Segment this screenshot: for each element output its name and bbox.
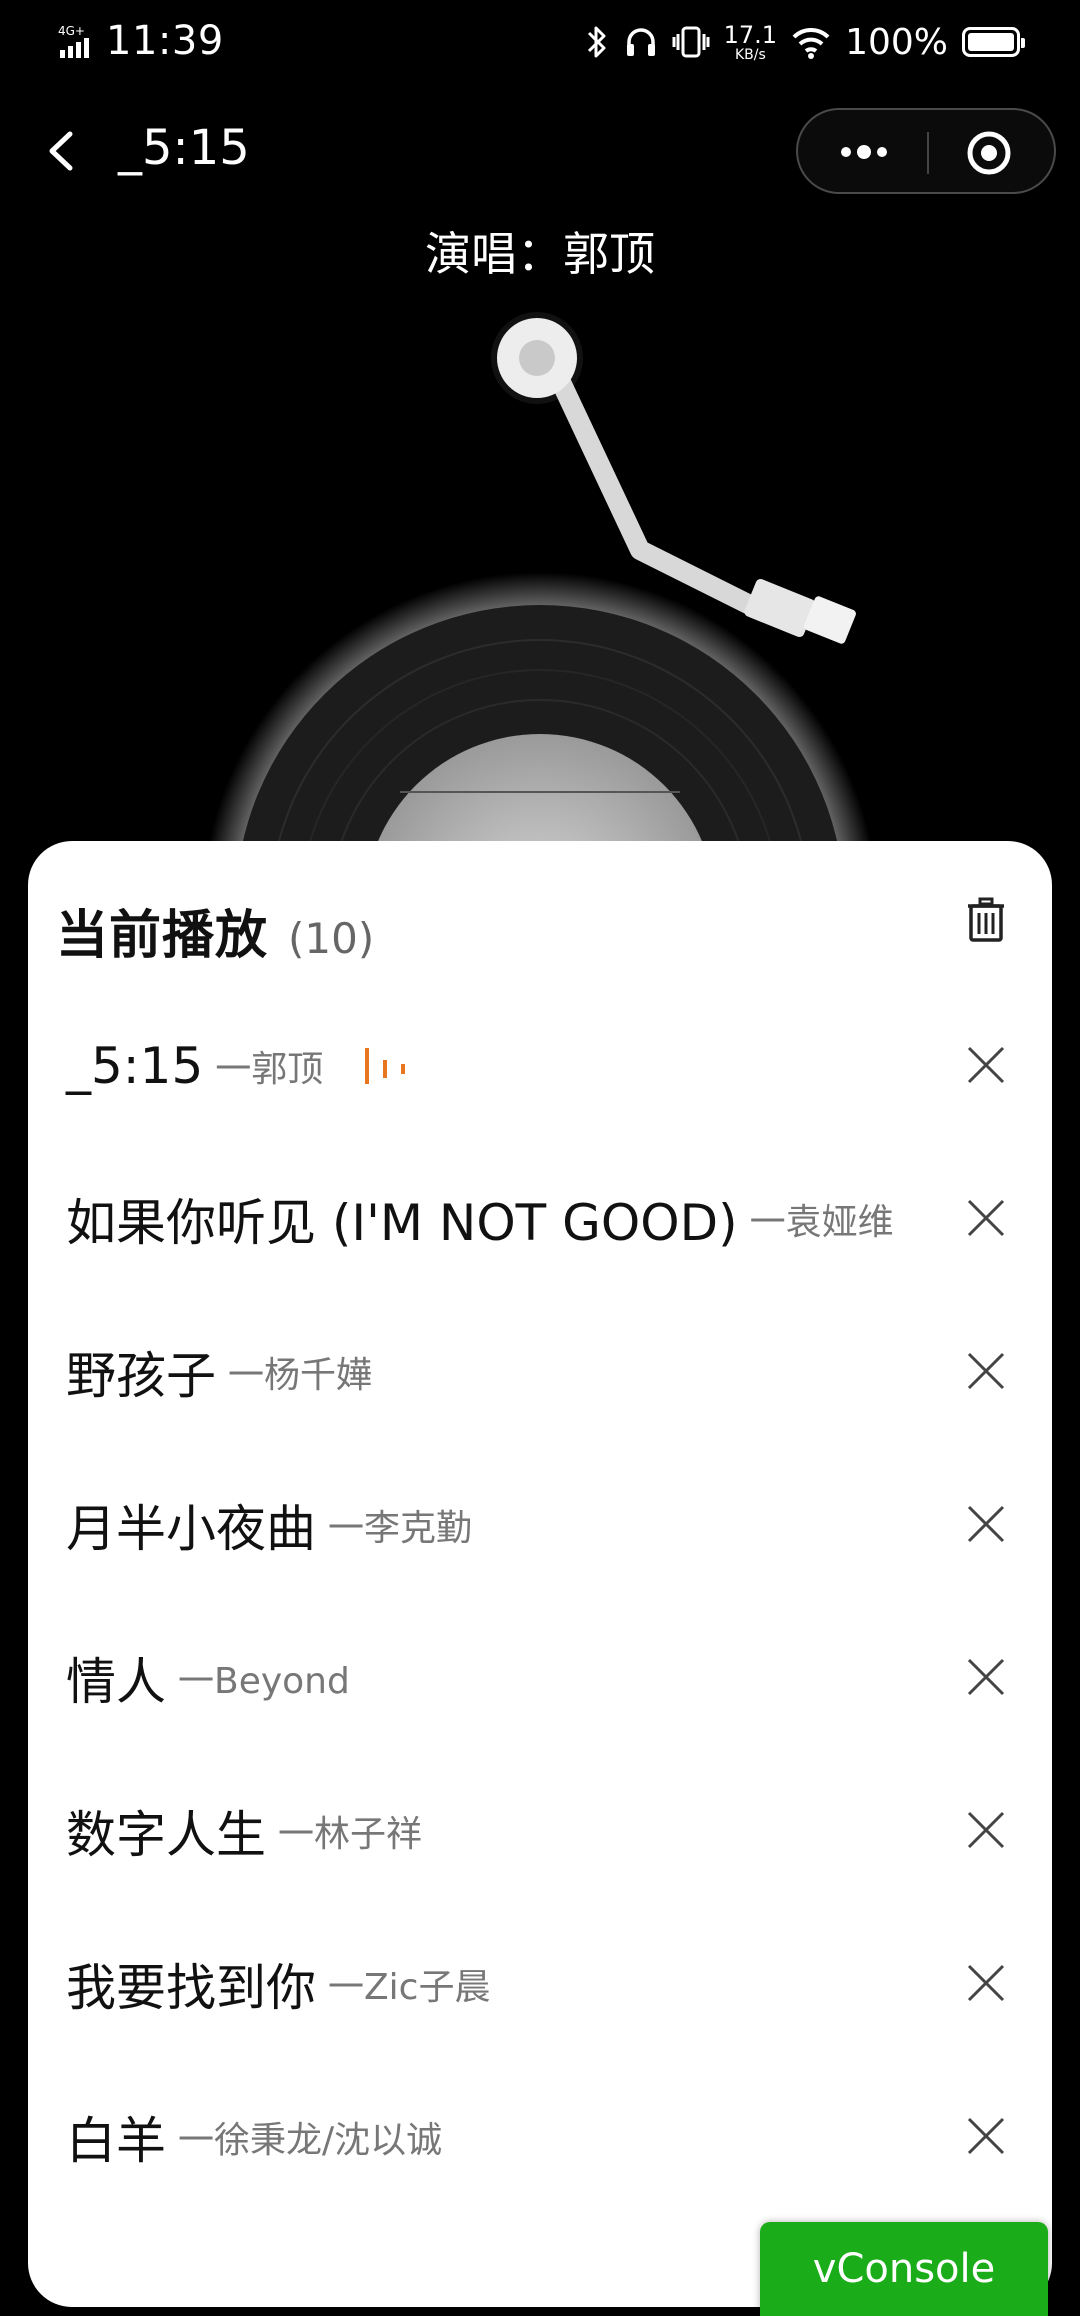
- playlist-header: 当前播放 (10): [56, 893, 374, 968]
- list-item[interactable]: 白羊 一徐秉龙/沈以诚: [28, 2060, 1052, 2213]
- page-title: _5:15: [118, 120, 250, 176]
- vinyl-turntable: [205, 312, 875, 860]
- 4g-signal-icon: 4G+: [58, 24, 89, 58]
- list-item[interactable]: 野孩子 一杨千嬅: [28, 1295, 1052, 1448]
- list-item[interactable]: 月半小夜曲 一李克勤: [28, 1448, 1052, 1601]
- status-time: 11:39: [106, 18, 224, 64]
- remove-song-icon[interactable]: [966, 1198, 1006, 1238]
- song-artist: 一徐秉龙/沈以诚: [178, 2119, 443, 2161]
- now-playing-icon: [365, 1047, 406, 1084]
- song-artist: 一杨千嬅: [228, 1354, 373, 1396]
- song-title: 月半小夜曲: [66, 1499, 316, 1558]
- trash-icon[interactable]: [966, 897, 1006, 943]
- playlist-count: (10): [288, 914, 375, 963]
- remove-song-icon[interactable]: [966, 2116, 1006, 2156]
- vibrate-icon: [672, 26, 710, 58]
- miniprogram-capsule: [796, 108, 1056, 194]
- song-title: 白羊: [66, 2111, 166, 2170]
- headphones-icon: [626, 28, 655, 56]
- wifi-icon: [792, 27, 830, 59]
- song-title: 数字人生: [66, 1805, 266, 1864]
- back-icon[interactable]: [38, 124, 86, 178]
- network-speed: 17.1 KB/s: [724, 23, 777, 62]
- song-artist: 一Zic子晨: [328, 1966, 491, 2008]
- remove-song-icon[interactable]: [966, 1045, 1006, 1085]
- list-item[interactable]: 情人 一Beyond: [28, 1601, 1052, 1754]
- song-list: _5:15 一郭顶 如果你听见 (I'M NOT GOOD) 一袁娅维 野孩子 …: [28, 989, 1052, 2213]
- battery-icon: [962, 27, 1025, 57]
- bluetooth-icon: [587, 26, 606, 58]
- remove-song-icon[interactable]: [966, 1963, 1006, 2003]
- playlist-sheet: 当前播放 (10) _5:15 一郭顶 如果你听见 (I'M NOT GOOD)…: [28, 841, 1052, 2307]
- song-artist: 一袁娅维: [749, 1201, 894, 1243]
- network-speed-unit: KB/s: [734, 46, 766, 63]
- battery-percent: 100%: [845, 21, 948, 63]
- remove-song-icon[interactable]: [966, 1351, 1006, 1391]
- song-title: 我要找到你: [66, 1958, 316, 2017]
- svg-text:4G+: 4G+: [58, 24, 85, 38]
- song-title: 如果你听见 (I'M NOT GOOD): [66, 1193, 738, 1252]
- status-icons: 17.1 KB/s 100%: [584, 18, 1025, 66]
- close-miniprogram-icon[interactable]: [966, 130, 1012, 176]
- song-title: 野孩子: [66, 1346, 216, 1405]
- status-bar: 4G+ 11:39 17.1 KB/s 100%: [0, 0, 1080, 84]
- list-item[interactable]: _5:15 一郭顶: [28, 989, 1052, 1142]
- song-title: _5:15: [66, 1036, 204, 1095]
- remove-song-icon[interactable]: [966, 1504, 1006, 1544]
- song-artist: 一林子祥: [278, 1813, 423, 1855]
- remove-song-icon[interactable]: [966, 1810, 1006, 1850]
- navigation-bar: _5:15: [0, 96, 1080, 206]
- list-item[interactable]: 数字人生 一林子祥: [28, 1754, 1052, 1907]
- song-artist: 一Beyond: [178, 1660, 350, 1702]
- capsule-divider: [927, 132, 929, 174]
- song-artist: 一郭顶: [215, 1048, 324, 1090]
- list-item[interactable]: 我要找到你 一Zic子晨: [28, 1907, 1052, 2060]
- playlist-title: 当前播放: [56, 906, 269, 966]
- more-icon[interactable]: [836, 128, 892, 176]
- remove-song-icon[interactable]: [966, 1657, 1006, 1697]
- song-title: 情人: [66, 1652, 166, 1711]
- vconsole-button[interactable]: vConsole: [760, 2222, 1048, 2316]
- network-speed-value: 17.1: [723, 20, 778, 49]
- list-item[interactable]: 如果你听见 (I'M NOT GOOD) 一袁娅维: [28, 1142, 1052, 1295]
- song-artist: 一李克勤: [328, 1507, 473, 1549]
- singer-label: 演唱：郭顶: [425, 227, 655, 281]
